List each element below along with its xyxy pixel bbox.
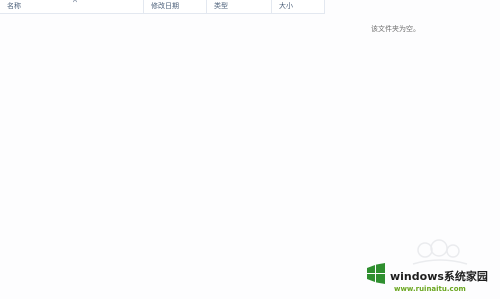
- sort-caret-icon: [73, 0, 77, 3]
- watermark-ghost-icon: [412, 239, 468, 265]
- column-header-size-label: 大小: [279, 2, 293, 10]
- watermark-brand: windows系统家园: [390, 270, 488, 283]
- empty-folder-message: 该文件夹为空。: [371, 25, 420, 33]
- column-header-type[interactable]: 类型: [207, 0, 272, 13]
- column-header-type-label: 类型: [214, 2, 228, 10]
- column-header-date-modified-label: 修改日期: [151, 2, 179, 10]
- column-header-date-modified[interactable]: 修改日期: [144, 0, 207, 13]
- column-header-size[interactable]: 大小: [272, 0, 325, 13]
- column-header-name-label: 名称: [7, 2, 21, 10]
- column-header-name[interactable]: 名称: [0, 0, 144, 13]
- explorer-window: 名称 修改日期 类型 大小 该文件夹为空。 windows系统家园 www.ru…: [0, 0, 500, 299]
- windows-logo-icon: [367, 263, 385, 284]
- column-header-row: 名称 修改日期 类型 大小: [0, 0, 325, 14]
- watermark-url: www.ruinaitu.com: [394, 285, 466, 293]
